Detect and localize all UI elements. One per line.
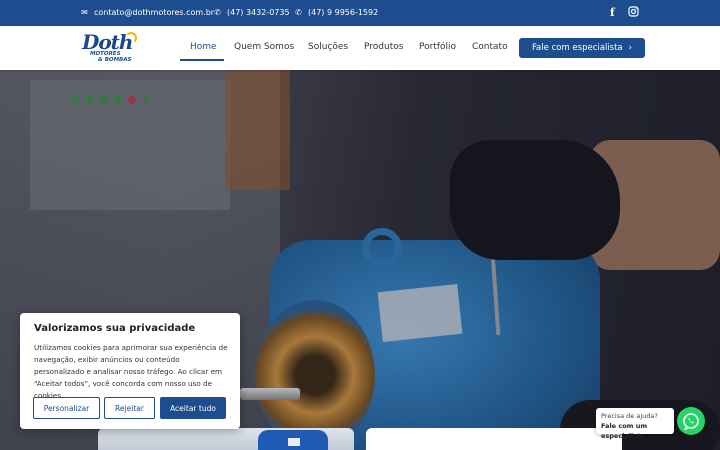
contact-email[interactable]: ✉ contato@dothmotores.com.br (80, 8, 214, 17)
contact-phone-1[interactable]: ✆ (47) 3432-0735 (213, 8, 290, 17)
top-contact-bar: ✉ contato@dothmotores.com.br ✆ (47) 3432… (0, 0, 720, 26)
contact-email-text: contato@dothmotores.com.br (94, 8, 215, 17)
whatsapp-button[interactable] (677, 407, 705, 435)
nav-produtos[interactable]: Produtos (364, 42, 403, 52)
cookie-customize-button[interactable]: Personalizar (33, 397, 100, 419)
logo-sub-2: & BOMBAS (98, 57, 132, 63)
feature-card-2[interactable] (366, 428, 622, 450)
cookie-body: Utilizamos cookies para aprimorar sua ex… (34, 343, 228, 400)
logo-swoosh-icon (125, 32, 137, 44)
whatsapp-icon: ✆ (295, 8, 302, 17)
whatsapp-icon: ✆ (214, 8, 221, 17)
chevron-right-icon: › (628, 43, 633, 53)
whatsapp-icon (683, 413, 699, 431)
nav-quem-somos[interactable]: Quem Somos (234, 42, 294, 52)
contact-phone-1-text: (47) 3432-0735 (227, 8, 290, 17)
nav-active-indicator (180, 59, 224, 61)
cookie-reject-button[interactable]: Rejeitar (104, 397, 155, 419)
cookie-title: Valorizamos sua privacidade (34, 323, 196, 334)
contact-phone-2-text: (47) 9 9956-1592 (308, 8, 379, 17)
contact-phone-2[interactable]: ✆ (47) 9 9956-1592 (294, 8, 378, 17)
whatsapp-help-tooltip[interactable]: Precisa de ajuda? Fale com um especialis… (596, 408, 674, 440)
help-bold-text: Fale com um especialista (601, 422, 648, 440)
instagram-icon[interactable] (628, 6, 639, 20)
logo-subtitle: MOTORES & BOMBAS (90, 51, 131, 63)
card-weg-logo (288, 438, 300, 446)
fale-com-especialista-button[interactable]: Fale com especialista › (519, 38, 645, 58)
doth-logo[interactable]: Doth MOTORES & BOMBAS (80, 30, 150, 66)
cookie-consent-dialog: Valorizamos sua privacidade Utilizamos c… (20, 313, 240, 429)
facebook-icon[interactable]: f (610, 6, 615, 19)
nav-solucoes[interactable]: Soluções (308, 42, 348, 52)
help-text: Precisa de ajuda? (601, 412, 658, 420)
mail-icon: ✉ (81, 8, 88, 17)
nav-home[interactable]: Home (190, 42, 217, 52)
cta-label: Fale com especialista (531, 43, 623, 53)
cookie-accept-button[interactable]: Aceitar tudo (160, 397, 226, 419)
feature-card-1[interactable] (98, 428, 354, 450)
nav-contato[interactable]: Contato (472, 42, 508, 52)
nav-portfolio[interactable]: Portfólio (419, 42, 456, 52)
main-navbar: Doth MOTORES & BOMBAS Home Quem Somos So… (0, 26, 720, 70)
